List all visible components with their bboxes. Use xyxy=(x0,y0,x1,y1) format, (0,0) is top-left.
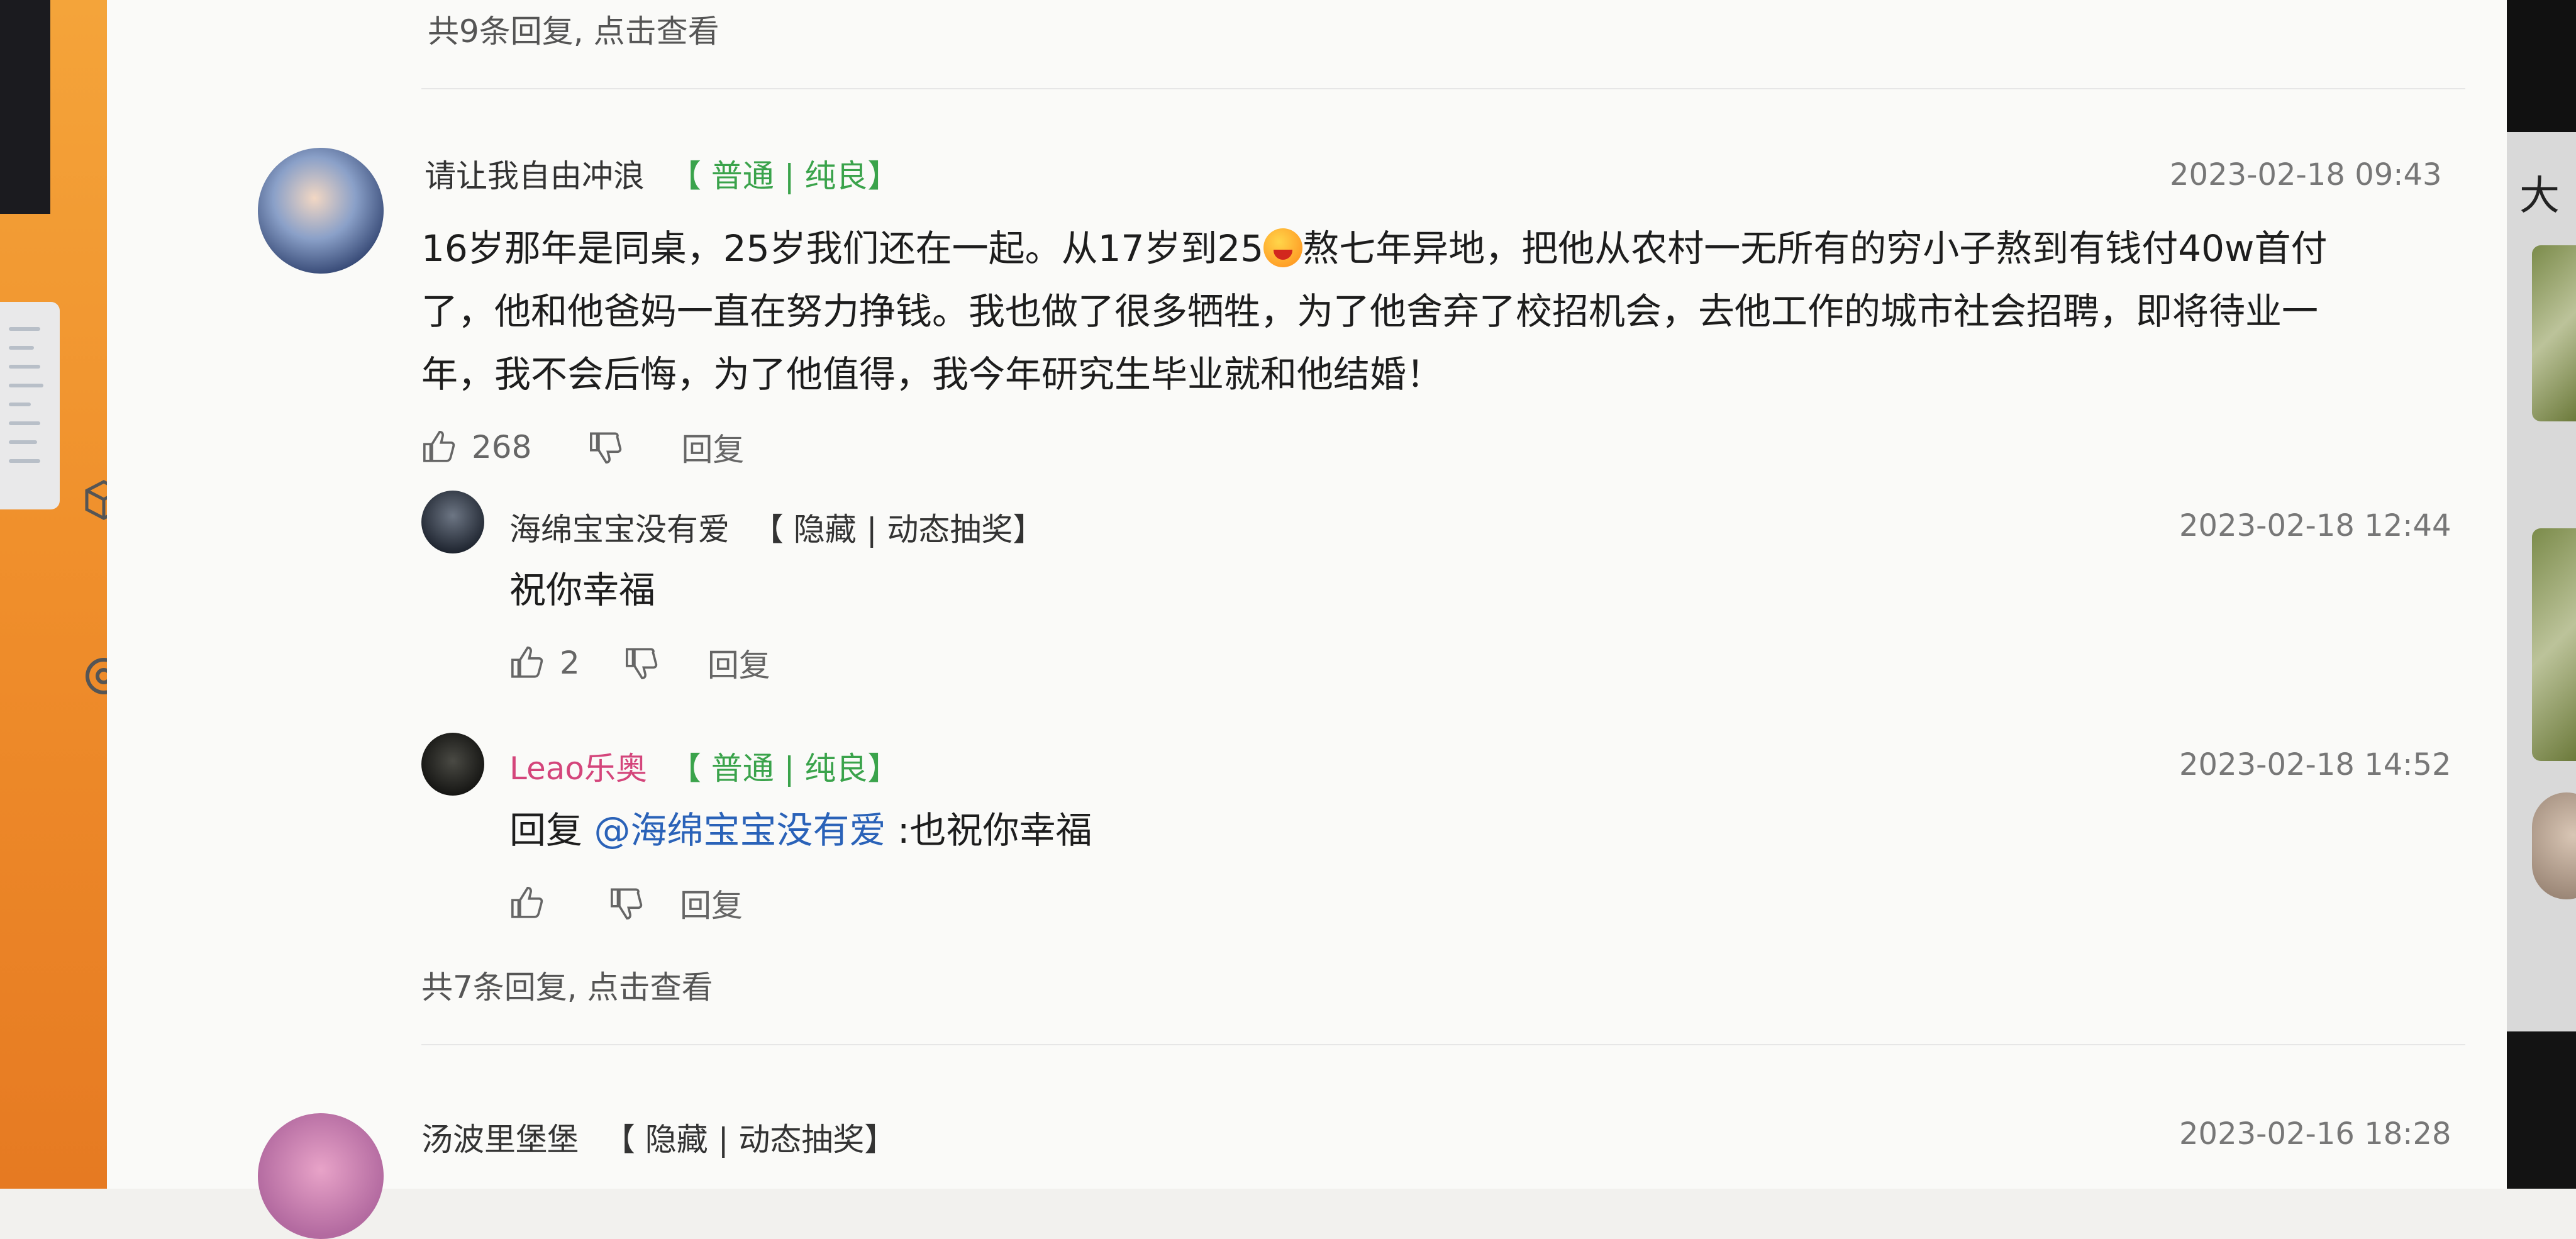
dislike-button[interactable] xyxy=(588,429,625,465)
thumbs-down-icon xyxy=(625,648,658,679)
avatar[interactable] xyxy=(258,1113,384,1239)
user-tag: 【 普通 | 纯良】 xyxy=(669,750,899,787)
reply-button[interactable]: 回复 xyxy=(680,881,743,926)
thumbs-up-icon xyxy=(511,647,543,678)
thumbs-down-icon xyxy=(611,888,643,920)
username[interactable]: 汤波里堡堡 xyxy=(421,1121,579,1158)
thumbs-down-icon xyxy=(590,432,622,464)
reply-author[interactable]: Leao乐奥 【 普通 | 纯良】 xyxy=(509,743,899,789)
divider xyxy=(421,88,2465,89)
reply-actions: 回复 xyxy=(509,881,743,926)
reply-actions: 2 回复 xyxy=(509,640,770,686)
text-line: 16岁那年是同桌，25岁我们还在一起。从17岁到25 xyxy=(421,227,1264,270)
right-sidebar-edge: 大 xyxy=(2507,0,2576,1189)
text-line: 熬七年异地，把他从农村一无所有的穷小子熬到有钱付40w首付 xyxy=(1302,227,2328,270)
reply-author[interactable]: 海绵宝宝没有爱 【 隐藏 | 动态抽奖】 xyxy=(509,504,1044,550)
reply-prefix: 回复 xyxy=(509,809,583,852)
comment-author[interactable]: 请让我自由冲浪 【 普通 | 纯良】 xyxy=(425,151,899,196)
reply-button[interactable]: 回复 xyxy=(681,425,744,470)
dislike-button[interactable] xyxy=(624,645,660,681)
like-button[interactable] xyxy=(509,885,546,921)
avatar[interactable] xyxy=(421,491,484,553)
mention-link[interactable]: @海绵宝宝没有爱 xyxy=(594,809,886,852)
comment-panel: 共9条回复, 点击查看 请让我自由冲浪 【 普通 | 纯良】 2023-02-1… xyxy=(107,0,2507,1239)
sidebar-avatar[interactable] xyxy=(2532,792,2576,899)
dark-window-edge xyxy=(0,0,50,214)
comment-author[interactable]: 汤波里堡堡 【 隐藏 | 动态抽奖】 xyxy=(421,1114,896,1160)
comment-time: 2023-02-16 18:28 xyxy=(2179,1116,2451,1152)
sidebar-char: 大 xyxy=(2519,173,2560,219)
laughing-emoji-icon xyxy=(1263,228,1303,267)
reply-text: 回复 @海绵宝宝没有爱 :也祝你幸福 xyxy=(509,799,1092,862)
desktop-left-edge xyxy=(0,0,123,1189)
view-more-replies-link[interactable]: 共9条回复, 点击查看 xyxy=(428,6,719,52)
avatar[interactable] xyxy=(421,733,484,796)
thumbs-up-icon xyxy=(423,431,455,462)
user-tag: 【 隐藏 | 动态抽奖】 xyxy=(603,1121,896,1158)
text-line: 年，我不会后悔，为了他值得，我今年研究生毕业就和他结婚！ xyxy=(421,353,1443,396)
divider xyxy=(421,1044,2465,1045)
reply-time: 2023-02-18 14:52 xyxy=(2179,747,2451,782)
thumbs-up-icon xyxy=(511,887,543,918)
username[interactable]: Leao乐奥 xyxy=(509,750,647,787)
username[interactable]: 海绵宝宝没有爱 xyxy=(509,511,730,548)
reply-text: 祝你幸福 xyxy=(509,569,656,611)
comment-time: 2023-02-18 09:43 xyxy=(2170,157,2442,192)
avatar[interactable] xyxy=(258,148,384,274)
comment-actions: 268 回复 xyxy=(421,425,744,470)
dark-area-top xyxy=(2507,0,2576,132)
like-count: 2 xyxy=(560,645,580,681)
user-tag: 【 普通 | 纯良】 xyxy=(669,158,899,194)
sidebar-image[interactable] xyxy=(2532,245,2576,421)
like-button[interactable]: 268 xyxy=(421,429,531,465)
view-more-replies-link[interactable]: 共7条回复, 点击查看 xyxy=(421,962,713,1008)
reply-button[interactable]: 回复 xyxy=(708,640,770,686)
comment-text: 16岁那年是同桌，25岁我们还在一起。从17岁到25 熬七年异地，把他从农村一无所… xyxy=(421,217,2465,406)
dislike-button[interactable] xyxy=(609,885,645,921)
dark-area-bottom xyxy=(2507,1031,2576,1189)
sidebar-image[interactable] xyxy=(2532,528,2576,761)
username[interactable]: 请让我自由冲浪 xyxy=(425,158,645,194)
like-button[interactable]: 2 xyxy=(509,645,580,681)
like-count: 268 xyxy=(472,429,532,465)
side-thumbnail[interactable] xyxy=(0,302,60,509)
reply-body: :也祝你幸福 xyxy=(897,809,1092,852)
text-line: 了，他和他爸妈一直在努力挣钱。我也做了很多牺牲，为了他舍弃了校招机会，去他工作的… xyxy=(421,290,2319,333)
user-tag: 【 隐藏 | 动态抽奖】 xyxy=(752,511,1045,548)
reply-time: 2023-02-18 12:44 xyxy=(2179,508,2451,543)
